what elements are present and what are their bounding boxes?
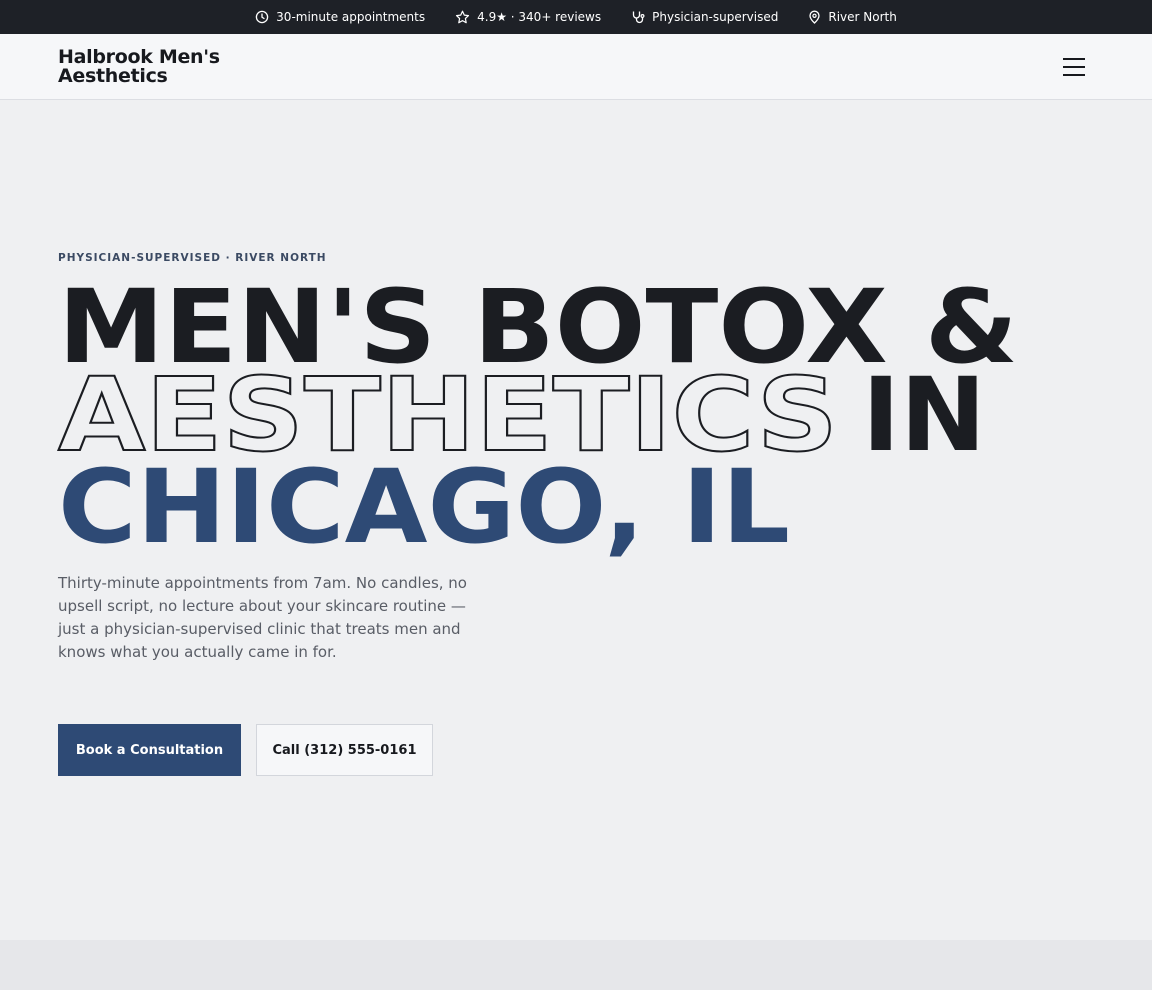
logo-line2: Aesthetics xyxy=(58,65,168,87)
hero-lead-paragraph: Thirty-minute appointments from 7am. No … xyxy=(58,574,467,661)
site-header: Halbrook Men's Aesthetics xyxy=(0,34,1152,100)
map-pin-icon xyxy=(808,10,821,24)
topbar-item-label: 4.9★ · 340+ reviews xyxy=(477,10,602,24)
headline-line3: CHICAGO, IL xyxy=(58,448,790,567)
announcement-bar: 30-minute appointments 4.9★ · 340+ revie… xyxy=(0,0,1152,34)
logo[interactable]: Halbrook Men's Aesthetics xyxy=(58,48,258,86)
topbar-item-appointments: 30-minute appointments xyxy=(255,10,425,24)
hamburger-menu-icon[interactable] xyxy=(1060,54,1088,80)
headline-line2-solid: IN xyxy=(862,356,986,475)
topbar-item-label: 30-minute appointments xyxy=(276,10,426,24)
topbar-item-reviews: 4.9★ · 340+ reviews xyxy=(455,10,601,24)
hero-eyebrow: PHYSICIAN-SUPERVISED · RIVER NORTH xyxy=(58,252,327,264)
topbar-item-physician: Physician-supervised xyxy=(631,10,778,24)
clock-icon xyxy=(255,10,269,24)
next-section xyxy=(0,940,1152,990)
book-consultation-button[interactable]: Book a Consultation xyxy=(58,724,241,776)
star-icon xyxy=(455,10,470,24)
topbar-item-location: River North xyxy=(808,10,897,24)
stethoscope-icon xyxy=(631,10,645,24)
hero-headline: MEN'S BOTOX & AESTHETICS IN CHICAGO, IL xyxy=(57,270,1018,567)
topbar-item-label: River North xyxy=(828,10,897,24)
topbar-item-label: Physician-supervised xyxy=(652,10,779,24)
call-phone-button[interactable]: Call (312) 555-0161 xyxy=(256,724,433,776)
